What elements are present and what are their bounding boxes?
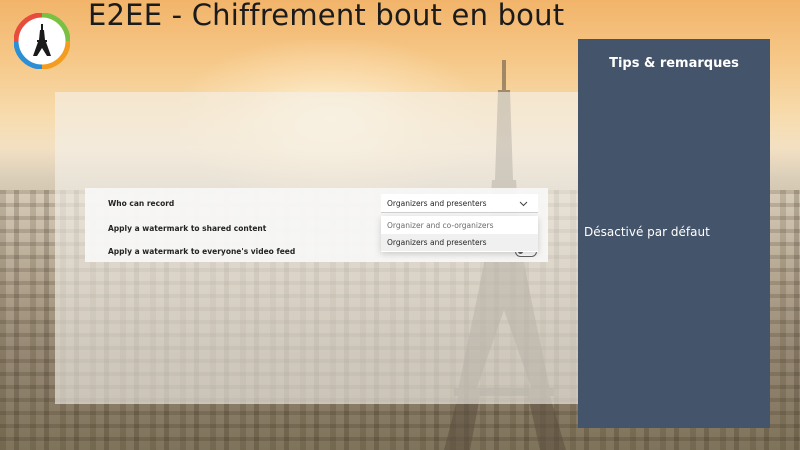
watermark-video-feed-label: Apply a watermark to everyone's video fe… [108,247,296,256]
dropdown-selected-value: Organizers and presenters [387,199,487,208]
who-can-record-label: Who can record [108,199,175,208]
slide-title: E2EE - Chiffrement bout en bout [88,0,565,32]
paris-logo-icon [14,13,70,69]
option-organizer-and-co-organizers[interactable]: Organizer and co-organizers [381,217,538,234]
tips-sidebar: Tips & remarques Désactivé par défaut [578,39,770,428]
who-can-record-options-menu: Organizer and co-organizers Organizers a… [381,216,538,252]
chevron-down-icon [519,201,528,207]
meeting-settings-card: Who can record Apply a watermark to shar… [85,188,548,262]
tips-heading: Tips & remarques [609,56,739,71]
option-organizers-and-presenters[interactable]: Organizers and presenters [381,234,538,251]
tips-note: Désactivé par défaut [584,225,710,239]
who-can-record-dropdown[interactable]: Organizers and presenters [381,194,538,213]
watermark-shared-content-label: Apply a watermark to shared content [108,224,267,233]
